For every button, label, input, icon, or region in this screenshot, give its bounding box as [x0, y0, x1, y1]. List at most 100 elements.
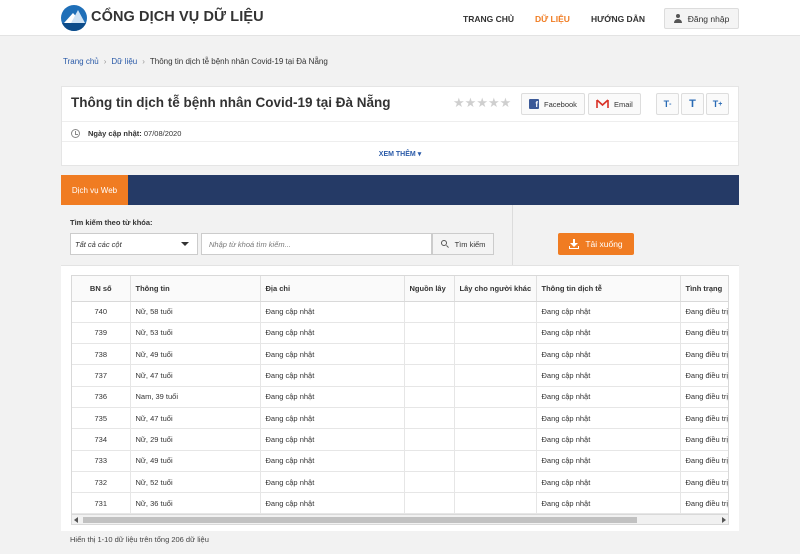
table-cell: 735 — [72, 407, 131, 430]
table-cell: Nữ, 29 tuổi — [130, 428, 261, 451]
table-row[interactable]: 738 Nữ, 49 tuổi Đang cập nhật Đang cập nhật… — [72, 343, 728, 366]
table-row[interactable]: 733 Nữ, 49 tuổi Đang cập nhật Đang cập nhật… — [72, 450, 728, 472]
star-icon[interactable]: ★ — [476, 95, 488, 110]
star-icon[interactable]: ★ — [500, 95, 512, 110]
table-cell: Đang điều trị — [680, 364, 728, 387]
table-row[interactable]: 731 Nữ, 36 tuổi Đang cập nhật Đang cập nhật… — [72, 492, 728, 514]
font-reset-icon[interactable]: T — [681, 93, 704, 115]
column-header[interactable]: Nguồn lây — [404, 276, 455, 302]
divider — [62, 121, 738, 122]
table-cell: Đang cập nhật — [260, 471, 405, 494]
brand-title[interactable]: CỔNG DỊCH VỤ DỮ LIỆU — [91, 9, 264, 25]
horizontal-scrollbar[interactable] — [71, 515, 729, 525]
column-header[interactable]: Thông tin — [130, 276, 261, 302]
table-cell: 732 — [72, 471, 131, 494]
table-cell: Đang cập nhật — [536, 471, 681, 494]
table-cell: Nữ, 36 tuổi — [130, 492, 261, 514]
table-cell — [454, 471, 537, 494]
table-row[interactable]: 737 Nữ, 47 tuổi Đang cập nhật Đang cập nhật… — [72, 364, 728, 387]
breadcrumb-data[interactable]: Dữ liệu — [111, 57, 137, 66]
table-cell: 736 — [72, 386, 131, 408]
caret-down-icon — [181, 242, 189, 246]
table-cell — [404, 428, 455, 451]
nav-guide[interactable]: HƯỚNG DẪN — [591, 14, 645, 24]
table-cell: Đang cập nhật — [260, 301, 405, 323]
nav-data[interactable]: DỮ LIỆU — [535, 14, 570, 24]
table-cell — [404, 322, 455, 345]
table-cell: Nữ, 47 tuổi — [130, 364, 261, 387]
table-row[interactable]: 736 Nam, 39 tuổi Đang cập nhật Đang cập nhậ… — [72, 386, 728, 408]
login-label: Đăng nhập — [687, 13, 730, 24]
table-row[interactable]: 740 Nữ, 58 tuổi Đang cập nhật Đang cập nhật… — [72, 301, 728, 323]
search-button[interactable]: Tìm kiếm — [432, 233, 494, 255]
column-select[interactable]: Tất cả các cột — [70, 233, 198, 255]
search-input[interactable] — [201, 233, 432, 255]
dataset-info-card: Thông tin dịch tễ bệnh nhân Covid-19 tại… — [61, 86, 739, 166]
column-header[interactable]: BN số — [72, 276, 131, 302]
download-icon — [569, 239, 580, 249]
facebook-share-button[interactable]: f Facebook — [521, 93, 585, 115]
table-cell: Đang cập nhật — [536, 492, 681, 514]
table-cell — [454, 322, 537, 345]
arrow-left-icon[interactable] — [74, 517, 78, 523]
column-header[interactable]: Tình trạng — [680, 276, 728, 302]
table-cell: Đang cập nhật — [260, 428, 405, 451]
table-cell: Đang điều trị — [680, 301, 728, 323]
table-cell: 731 — [72, 492, 131, 514]
column-header[interactable]: Thông tin dịch tễ — [536, 276, 681, 302]
table-cell: Đang cập nhật — [260, 492, 405, 514]
data-table: BN số Thông tin Địa chỉ Nguồn lây Lây ch… — [72, 276, 728, 514]
table-row[interactable]: 734 Nữ, 29 tuổi Đang cập nhật Đang cập nhật… — [72, 428, 728, 451]
email-label: Email — [614, 99, 633, 109]
chevron-right-icon: › — [142, 57, 145, 66]
email-share-button[interactable]: Email — [588, 93, 641, 115]
nav-home[interactable]: TRANG CHỦ — [463, 14, 514, 24]
table-cell: Đang cập nhật — [536, 301, 681, 323]
table-cell: Đang điều trị — [680, 428, 728, 451]
table-cell: Đang điều trị — [680, 471, 728, 494]
table-cell — [454, 343, 537, 366]
table-row[interactable]: 739 Nữ, 53 tuổi Đang cập nhật Đang cập nhật… — [72, 322, 728, 345]
table-cell — [454, 450, 537, 472]
tab-web-service[interactable]: Dịch vụ Web — [61, 175, 128, 205]
table-cell: Đang cập nhật — [536, 322, 681, 345]
star-rating[interactable]: ★★★★★ — [453, 95, 511, 111]
data-table-container: BN số Thông tin Địa chỉ Nguồn lây Lây ch… — [71, 275, 729, 515]
column-header[interactable]: Lây cho người khác — [454, 276, 537, 302]
caret-down-icon: ▾ — [417, 151, 422, 158]
updated-date: Ngày cập nhật: 07/08/2020 — [71, 129, 181, 138]
table-row[interactable]: 732 Nữ, 52 tuổi Đang cập nhật Đang cập nhật… — [72, 471, 728, 494]
table-cell: Đang cập nhật — [536, 343, 681, 366]
table-cell: Nữ, 52 tuổi — [130, 471, 261, 494]
star-icon[interactable]: ★ — [488, 95, 500, 110]
breadcrumb-home[interactable]: Trang chủ — [63, 57, 99, 66]
table-cell — [404, 364, 455, 387]
see-more-toggle[interactable]: XEM THÊM ▾ — [62, 150, 738, 158]
column-select-value: Tất cả các cột — [75, 239, 122, 249]
font-increase-icon[interactable]: T + — [706, 93, 729, 115]
table-cell: Đang cập nhật — [260, 322, 405, 345]
table-cell — [454, 386, 537, 408]
portal-logo-icon[interactable] — [61, 5, 87, 31]
table-cell: 733 — [72, 450, 131, 472]
table-cell — [404, 301, 455, 323]
table-cell: Đang cập nhật — [260, 407, 405, 430]
column-header[interactable]: Địa chỉ — [260, 276, 405, 302]
table-cell — [454, 492, 537, 514]
scrollbar-thumb[interactable] — [83, 517, 637, 523]
table-cell: 737 — [72, 364, 131, 387]
facebook-icon: f — [529, 99, 539, 109]
table-row[interactable]: 735 Nữ, 47 tuổi Đang cập nhật Đang cập nhật… — [72, 407, 728, 430]
star-icon[interactable]: ★ — [453, 95, 465, 110]
table-cell: Nữ, 47 tuổi — [130, 407, 261, 430]
download-button[interactable]: Tải xuống — [558, 233, 634, 255]
divider — [512, 205, 513, 265]
table-cell — [404, 386, 455, 408]
star-icon[interactable]: ★ — [465, 95, 477, 110]
search-label: Tìm kiếm theo từ khóa: — [70, 218, 153, 227]
arrow-right-icon[interactable] — [722, 517, 726, 523]
login-button[interactable]: Đăng nhập — [664, 8, 739, 29]
download-label: Tải xuống — [585, 239, 623, 249]
table-cell — [404, 471, 455, 494]
font-decrease-icon[interactable]: T- — [656, 93, 679, 115]
